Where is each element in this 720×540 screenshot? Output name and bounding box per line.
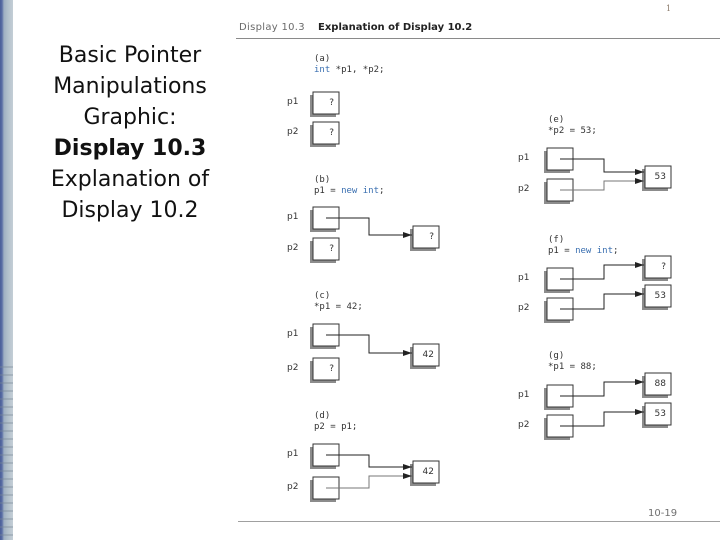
step-code-a: int *p1, *p2; — [314, 65, 384, 75]
code-keyword: new int — [341, 186, 379, 196]
step-code-e: *p2 = 53; — [548, 126, 597, 136]
var-label-p1: p1 — [287, 449, 298, 459]
step-code-d: p2 = p1; — [314, 422, 357, 432]
step-label-g: (g) — [548, 351, 564, 361]
code-text: p2 = p1; — [314, 422, 357, 432]
target-box-? — [412, 225, 440, 249]
code-text: *p1 = 88; — [548, 362, 597, 372]
code-text: *p2 = 53; — [548, 126, 597, 136]
step-code-g: *p1 = 88; — [548, 362, 597, 372]
pointer-box-p2 — [312, 237, 340, 261]
code-text: ; — [379, 186, 384, 196]
var-label-p1: p1 — [518, 153, 529, 163]
var-label-p1: p1 — [287, 97, 298, 107]
var-label-p2: p2 — [287, 482, 298, 492]
pointer-box-p2 — [312, 357, 340, 381]
var-label-p2: p2 — [518, 184, 529, 194]
var-label-p2: p2 — [287, 363, 298, 373]
pointer-box-p1 — [312, 91, 340, 115]
target-box-?-value: ? — [661, 262, 666, 272]
step-label-c: (c) — [314, 291, 330, 301]
target-box-53-value: 53 — [655, 291, 666, 301]
pointer-diagram: (a)int *p1, *p2;p1 ?p2 ?(b)p1 = new int;p1… — [287, 54, 672, 502]
code-text: p1 = — [314, 186, 341, 196]
step-label-a: (a) — [314, 54, 330, 64]
step-label-d: (d) — [314, 411, 330, 421]
code-keyword: new int — [575, 246, 613, 256]
code-text: *p1, *p2; — [330, 65, 384, 75]
target-box-53-value: 53 — [655, 409, 666, 419]
var-label-p1: p1 — [518, 390, 529, 400]
target-box-? — [644, 255, 672, 279]
var-label-p2: p2 — [518, 303, 529, 313]
code-text: *p1 = 42; — [314, 302, 363, 312]
pointer-box-p2-value: ? — [329, 128, 334, 138]
target-box-42-value: 42 — [423, 467, 434, 477]
step-label-b: (b) — [314, 175, 330, 185]
footer-divider — [238, 521, 720, 522]
var-label-p2: p2 — [287, 127, 298, 137]
pointer-box-p2-value: ? — [329, 244, 334, 254]
step-code-f: p1 = new int; — [548, 246, 618, 256]
var-label-p1: p1 — [287, 212, 298, 222]
code-text: p1 = — [548, 246, 575, 256]
slide-page-number: 10-19 — [648, 508, 678, 519]
step-code-c: *p1 = 42; — [314, 302, 363, 312]
code-keyword: int — [314, 65, 330, 75]
var-label-p1: p1 — [518, 273, 529, 283]
pointer-box-p2 — [312, 121, 340, 145]
pointer-box-p2-value: ? — [329, 364, 334, 374]
step-code-b: p1 = new int; — [314, 186, 384, 196]
target-box-88-value: 88 — [655, 379, 667, 389]
step-label-e: (e) — [548, 115, 564, 125]
var-label-p2: p2 — [518, 420, 529, 430]
target-box-53-value: 53 — [655, 172, 666, 182]
pointer-box-p1-value: ? — [329, 98, 334, 108]
code-text: ; — [613, 246, 618, 256]
var-label-p2: p2 — [287, 243, 298, 253]
target-box-42-value: 42 — [423, 350, 434, 360]
target-box-?-value: ? — [429, 232, 434, 242]
var-label-p1: p1 — [287, 329, 298, 339]
step-label-f: (f) — [548, 235, 564, 245]
